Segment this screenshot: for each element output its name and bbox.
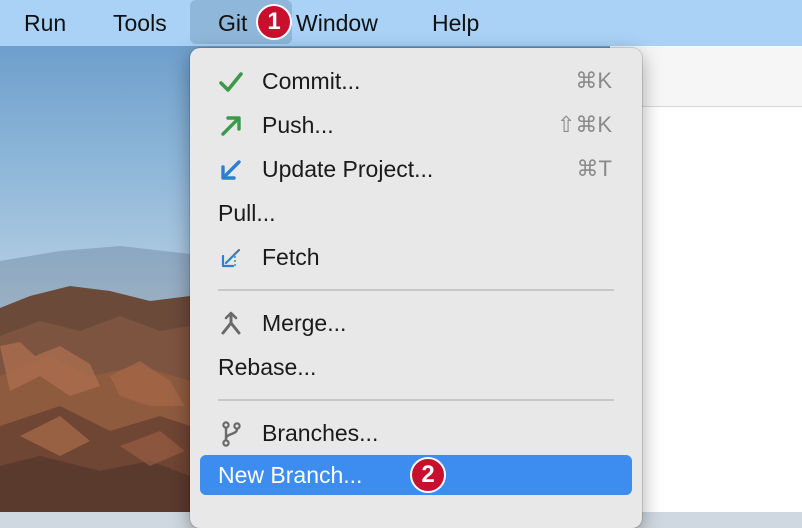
menu-bar: Run Tools Git Window Help: [0, 0, 802, 46]
menu-item-rebase[interactable]: Rebase...: [200, 347, 632, 387]
menu-separator: [218, 289, 614, 291]
step-badge-2: 2: [410, 457, 446, 493]
menu-item-fetch[interactable]: Fetch: [200, 237, 632, 277]
menu-run[interactable]: Run: [24, 0, 66, 46]
menu-item-label: Commit...: [262, 68, 361, 94]
menu-item-label: Update Project...: [262, 156, 434, 182]
step-badge-1: 1: [256, 4, 292, 40]
git-dropdown-menu: Commit... ⌘K Push... ⇧⌘K Update Project.…: [190, 48, 642, 528]
merge-icon: [218, 311, 244, 337]
menu-git-label: Git: [218, 10, 248, 36]
fetch-icon: [218, 245, 244, 271]
menu-item-label: Push...: [262, 112, 334, 138]
menu-item-label: Fetch: [262, 244, 320, 270]
shortcut-label: ⇧⌘K: [556, 112, 612, 137]
menu-item-push[interactable]: Push... ⇧⌘K: [200, 105, 632, 145]
push-arrow-icon: [218, 113, 244, 139]
menu-help[interactable]: Help: [432, 0, 479, 46]
menu-item-label: Merge...: [262, 310, 347, 336]
menu-item-merge[interactable]: Merge...: [200, 303, 632, 343]
menu-item-label: Pull...: [218, 200, 276, 226]
menu-item-commit[interactable]: Commit... ⌘K: [200, 61, 632, 101]
menu-separator: [218, 399, 614, 401]
menu-item-label: Rebase...: [218, 354, 317, 380]
update-arrow-icon: [218, 157, 244, 183]
menu-item-label: New Branch...: [218, 462, 363, 488]
shortcut-label: ⌘T: [576, 156, 612, 181]
menu-window[interactable]: Window: [296, 0, 378, 46]
check-icon: [218, 69, 244, 95]
menu-item-update-project[interactable]: Update Project... ⌘T: [200, 149, 632, 189]
menu-item-label: Branches...: [262, 420, 379, 446]
shortcut-label: ⌘K: [575, 68, 612, 93]
branch-icon: [218, 421, 244, 447]
menu-item-branches[interactable]: Branches...: [200, 413, 632, 453]
menu-tools[interactable]: Tools: [113, 0, 167, 46]
menu-item-pull[interactable]: Pull...: [200, 193, 632, 233]
